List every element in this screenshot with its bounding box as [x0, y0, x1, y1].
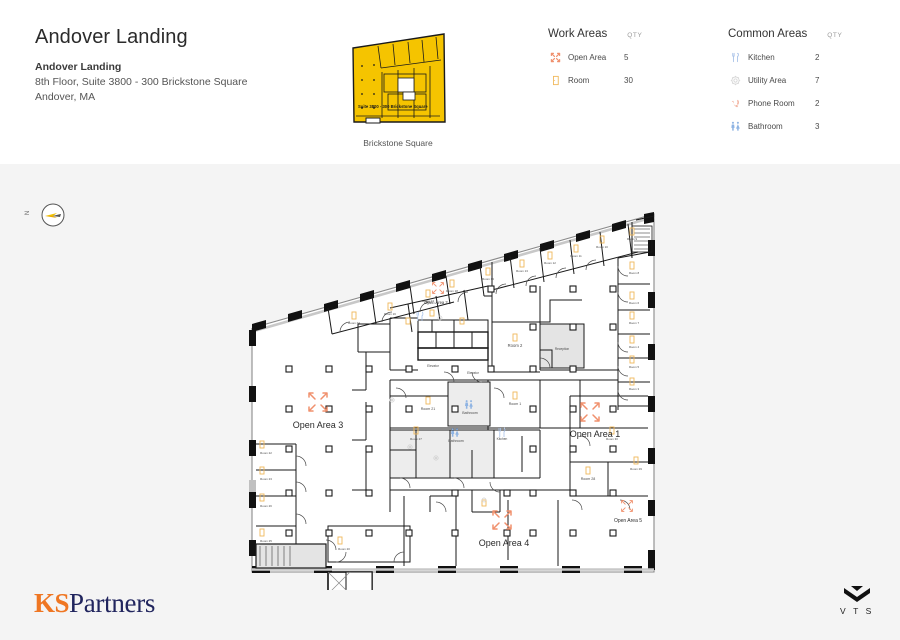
legend-common-areas: Common Areas QTY Kitchen 2 Utility Area … — [728, 28, 842, 132]
compass-control[interactable]: N — [25, 200, 66, 232]
page-title: Andover Landing — [35, 26, 188, 48]
floor-plan-svg: Open Area 1 Open Area 2 Open Area 3 Open… — [249, 212, 655, 590]
legend-label: Kitchen — [748, 52, 775, 62]
legend-label: Room — [568, 75, 590, 85]
gear-icon — [728, 74, 742, 86]
service-label: Kitchen — [497, 437, 508, 441]
room-label: Room 10 — [596, 245, 608, 249]
room-label: Room 5 — [629, 365, 640, 369]
service-label: Reception — [555, 347, 570, 351]
legend-row-kitchen[interactable]: Kitchen 2 — [728, 51, 842, 63]
room-label: Room 3 — [629, 387, 640, 391]
partners-logo-text: Partners — [69, 588, 156, 618]
room-label: Room 4 — [629, 345, 640, 349]
legend-row-phone-room[interactable]: Phone Room 2 — [728, 97, 842, 109]
room-label: Room 22 — [260, 451, 272, 455]
room-icon — [548, 74, 562, 86]
room-label: Room 6 — [629, 301, 640, 305]
property-address: 8th Floor, Suite 3800 - 300 Brickstone S… — [35, 76, 248, 88]
legend-row-room[interactable]: Room 30 — [548, 74, 642, 86]
room-label: Room 18 — [446, 289, 458, 293]
phone-icon — [728, 97, 742, 109]
open-area-label: Open Area 4 — [479, 538, 530, 548]
legend-header: Common Areas QTY — [728, 28, 842, 40]
compass-north-label: N — [25, 210, 32, 216]
keyplan-thumbnail[interactable]: Suite 3800 - 300 Brickstone Square Brick… — [348, 32, 448, 148]
room-label: Room 12 — [544, 261, 556, 265]
legend-count: 5 — [624, 52, 629, 62]
room-label: Room 16 — [384, 312, 396, 316]
compass-icon — [41, 203, 65, 227]
open-area-label: Open Area 5 — [614, 518, 642, 524]
room-label: Room 21 — [421, 407, 436, 411]
keyplan-suite-label: Suite 3800 - 300 Brickstone Square — [358, 104, 428, 109]
loading-bay — [327, 571, 373, 590]
ks-logo-text: KS — [34, 588, 70, 618]
title-block: Andover Landing Andover Landing 8th Floo… — [35, 24, 247, 105]
legend-count: 2 — [815, 52, 820, 62]
legend-count: 30 — [624, 75, 633, 85]
legend-title: Work Areas — [548, 28, 608, 40]
bathroom-icon — [728, 120, 742, 132]
plan-canvas: N Open Area 1 Open Area 2 Open Area 3 Op… — [0, 164, 900, 640]
room-label: Room 13 — [516, 269, 528, 273]
vts-chevron-icon — [843, 586, 870, 602]
floor-plan[interactable]: Open Area 1 Open Area 2 Open Area 3 Open… — [240, 200, 660, 590]
service-label: Elevator — [427, 364, 440, 368]
kitchen-icon — [728, 51, 742, 63]
room-label: Room 24 — [348, 321, 360, 325]
room-label: Room 26 — [260, 504, 272, 508]
room-label: Room 11 — [570, 254, 582, 258]
service-label: Elevator — [467, 371, 480, 375]
room-label: Room 17 — [422, 299, 434, 303]
legend-label: Utility Area — [748, 75, 787, 85]
keyplan-image: Suite 3800 - 300 Brickstone Square — [348, 32, 448, 130]
open-area-label: Open Area 3 — [293, 420, 344, 430]
legend-row-bathroom[interactable]: Bathroom 3 — [728, 120, 842, 132]
keyplan-svg: Suite 3800 - 300 Brickstone Square — [352, 33, 446, 124]
room-label: Room 27 — [410, 437, 422, 441]
service-label: Bathroom — [448, 439, 464, 443]
room-label: Room 14 — [482, 277, 494, 281]
vts-logo: V T S — [840, 586, 874, 616]
room-label: Room 23 — [260, 477, 272, 481]
room-label: Room 25 — [260, 539, 272, 543]
room-label: Room 9 — [627, 237, 638, 241]
room-label: Room 2 — [508, 343, 523, 348]
service-label: Bathroom — [462, 411, 478, 415]
legend-row-open-area[interactable]: Open Area 5 — [548, 51, 642, 63]
legend-count: 3 — [815, 121, 820, 131]
legend-header: Work Areas QTY — [548, 28, 642, 40]
legend-qty-header: QTY — [627, 32, 643, 39]
keyplan-caption: Brickstone Square — [363, 138, 433, 148]
ks-partners-logo: KSPartners — [34, 588, 155, 619]
room-label: Room 7 — [629, 321, 640, 325]
open-area-icon — [548, 51, 562, 63]
legend-work-areas: Work Areas QTY Open Area 5 Room 30 — [548, 28, 642, 86]
legend-label: Phone Room — [748, 98, 795, 108]
room-label: Room 8 — [629, 271, 640, 275]
property-city-state: Andover, MA — [35, 91, 96, 103]
page-header: Andover Landing Andover Landing 8th Floo… — [0, 0, 900, 164]
room-label: Room 1 — [509, 402, 522, 406]
vts-logo-text: V T S — [840, 606, 874, 616]
legend-row-utility-area[interactable]: Utility Area 7 — [728, 74, 842, 86]
legend-label: Bathroom — [748, 121, 783, 131]
room-label: Room 29 — [630, 467, 642, 471]
legend-title: Common Areas — [728, 28, 808, 40]
legend-label: Open Area — [568, 52, 607, 62]
room-label: Room 28 — [581, 477, 596, 481]
legend-count: 7 — [815, 75, 820, 85]
legend-qty-header: QTY — [827, 32, 843, 39]
room-label: Room 20 — [338, 547, 350, 551]
room-label: Room 30 — [606, 437, 618, 441]
property-name: Andover Landing — [35, 61, 122, 73]
legend-count: 2 — [815, 98, 820, 108]
floorplan-page: Andover Landing Andover Landing 8th Floo… — [0, 0, 900, 640]
